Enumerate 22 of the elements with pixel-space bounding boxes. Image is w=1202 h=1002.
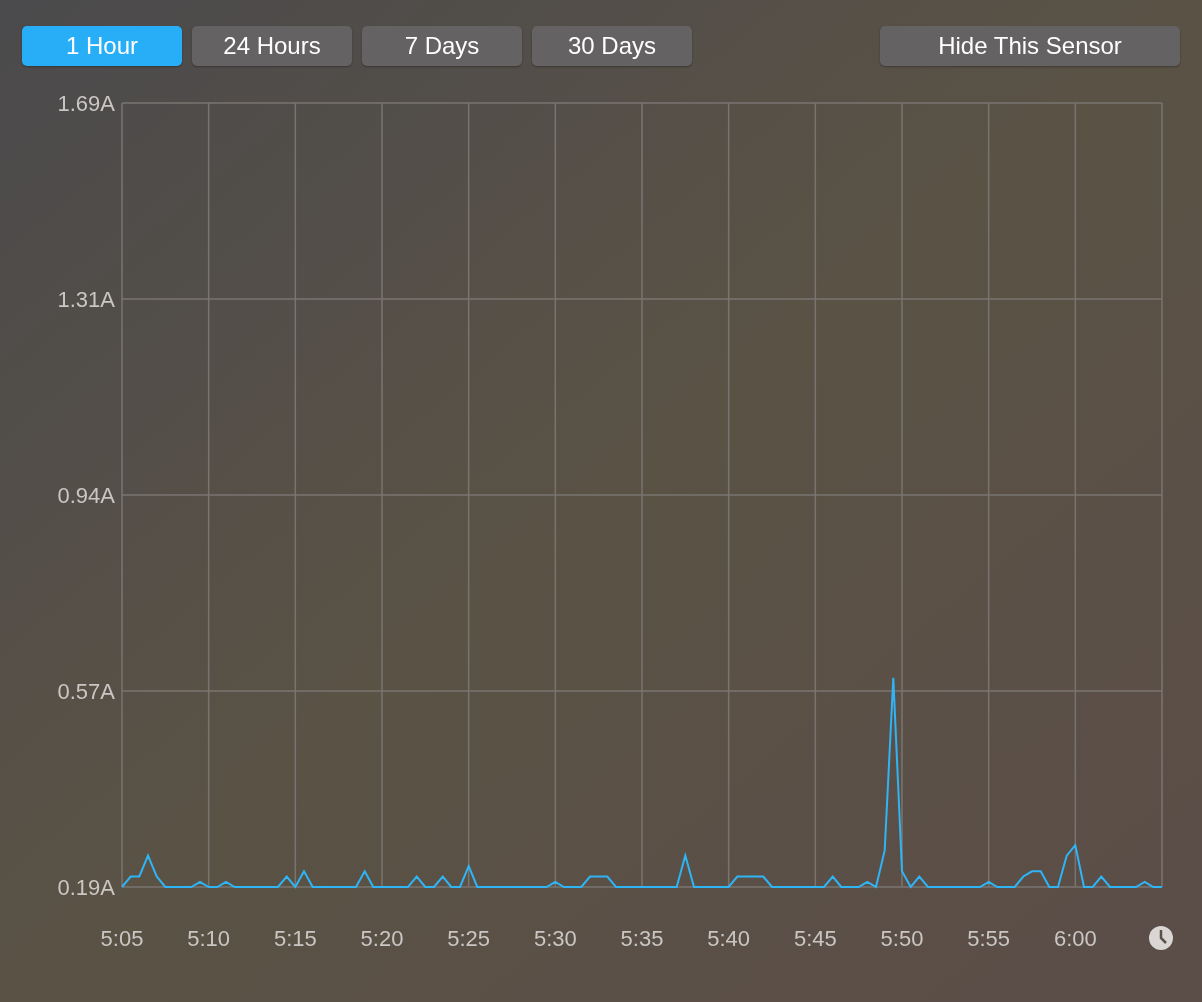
y-axis-label: 1.69A xyxy=(57,91,115,116)
x-axis-label: 5:45 xyxy=(793,926,837,951)
range-tab[interactable]: 24 Hours xyxy=(192,26,352,66)
y-axis-label: 0.57A xyxy=(57,679,115,704)
x-axis-label: 5:30 xyxy=(533,926,577,951)
x-axis-label: 5:05 xyxy=(100,926,144,951)
y-axis-label: 0.94A xyxy=(57,483,115,508)
x-axis-label: 5:50 xyxy=(880,926,924,951)
y-axis-label: 0.19A xyxy=(57,875,115,900)
x-axis-label: 5:35 xyxy=(620,926,664,951)
x-axis-label: 5:25 xyxy=(447,926,491,951)
y-axis-label: 1.31A xyxy=(57,287,115,312)
range-tab[interactable]: 30 Days xyxy=(532,26,692,66)
x-axis-label: 5:10 xyxy=(187,926,231,951)
x-axis-label: 6:00 xyxy=(1053,926,1097,951)
x-axis-label: 5:15 xyxy=(273,926,317,951)
clock-icon[interactable] xyxy=(1149,926,1173,950)
hide-sensor-button[interactable]: Hide This Sensor xyxy=(880,26,1180,66)
x-axis-label: 5:55 xyxy=(967,926,1011,951)
range-tab[interactable]: 7 Days xyxy=(362,26,522,66)
x-axis-label: 5:20 xyxy=(360,926,404,951)
x-axis-label: 5:40 xyxy=(707,926,751,951)
